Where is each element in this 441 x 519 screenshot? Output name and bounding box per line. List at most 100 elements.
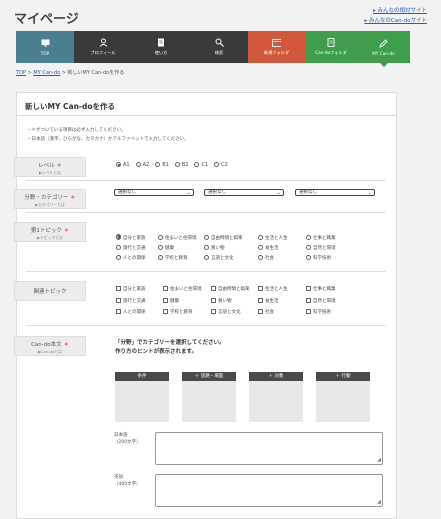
hint-box <box>182 381 236 422</box>
topic2-option[interactable]: 住まいと住環境 <box>163 286 202 292</box>
topic2-option[interactable]: 科学技術 <box>306 309 331 315</box>
breadcrumb-current: 新しいMY Can-doを作る <box>67 70 125 76</box>
folder-icon <box>272 38 281 47</box>
level-label: レベル ＊ ▶レベルとは <box>14 157 86 177</box>
topic1-option[interactable]: 仕事と職業 <box>306 235 336 241</box>
document-icon <box>327 38 336 47</box>
hint-header-topic[interactable]: ＋ 話題・場面 <box>182 372 236 381</box>
topic1-label: 第1トピック ＊ ▶トピックとは <box>14 222 86 242</box>
breadcrumb-top[interactable]: TOP <box>16 70 26 76</box>
topic1-option[interactable]: 買い物 <box>204 245 225 251</box>
topic2-option[interactable]: 仕事と職業 <box>306 286 336 292</box>
hint-header-target[interactable]: ＋ 対象 <box>249 372 303 381</box>
topic1-option[interactable]: 人との関係 <box>116 255 145 261</box>
topic2-option[interactable]: 言語と文化 <box>211 309 241 315</box>
topic1-option[interactable]: 健康 <box>158 245 174 251</box>
breadcrumb-sep: > <box>27 70 32 76</box>
english-field-label: 英語 （400文字） <box>114 474 141 488</box>
topic1-option[interactable]: 食生活 <box>258 245 279 251</box>
topic2-option[interactable]: 学校と教育 <box>163 309 193 315</box>
topic1-option[interactable]: 自分と家族 <box>116 235 146 241</box>
divider <box>17 115 397 116</box>
topic1-option[interactable]: 住まいと住環境 <box>158 235 197 241</box>
nav-profile[interactable]: プロフィール <box>74 31 132 63</box>
nav-howto-label: 使い方 <box>154 50 168 55</box>
category-select-2[interactable]: 選択なし ⌄ <box>204 189 284 196</box>
topic2-option[interactable]: 自由時間と娯楽 <box>211 286 250 292</box>
english-textarea[interactable]: ◢ <box>155 474 383 507</box>
topic2-option[interactable]: 健康 <box>163 298 179 304</box>
resize-grip-icon[interactable]: ◢ <box>377 500 381 505</box>
cando-instruction-1: 「分野」でカテゴリーを選択してください。 <box>115 340 225 346</box>
main-nav: TOP プロフィール 使い方 検索 新規フォルダ Can-doフォルダ MY C… <box>16 31 410 67</box>
divider <box>26 325 386 326</box>
nav-new-folder[interactable]: 新規フォルダ <box>248 31 305 63</box>
level-a2[interactable]: A2 <box>135 162 149 168</box>
breadcrumb-sep: > <box>61 70 66 76</box>
topic2-option[interactable]: 食生活 <box>258 298 279 304</box>
nav-my-cando-label: MY Can-do <box>372 50 395 56</box>
topic-help-link[interactable]: ▶トピックとは <box>15 235 85 241</box>
nav-cando-folder[interactable]: Can-doフォルダ <box>305 31 357 63</box>
breadcrumb: TOP > MY Can-do > 新しいMY Can-doを作る <box>16 69 124 76</box>
topic1-option[interactable]: 自然と環境 <box>306 245 336 251</box>
topic1-option[interactable]: 言語と文化 <box>204 255 234 261</box>
cando-label-text: Can-do本文 <box>31 342 62 348</box>
form-notes: ・＊がついている項目は必ず入力してください。 ・日本語（漢字、ひらがな、カタカナ… <box>27 126 189 144</box>
hint-box <box>115 381 169 422</box>
breadcrumb-mycando[interactable]: MY Can-do <box>33 70 60 76</box>
external-links: ▸ みんなの相対サイト ▸ みんなのCan-doサイト <box>364 6 427 26</box>
topic2-option[interactable]: 社会 <box>258 309 274 315</box>
form-heading: 新しいMY Can-doを作る <box>25 102 116 111</box>
topic2-label-text: 関連トピック <box>33 289 67 295</box>
topic1-label-text: 第1トピック <box>30 228 62 234</box>
topic1-option[interactable]: 自由時間と娯楽 <box>204 235 243 241</box>
topic1-option[interactable]: 学校と教育 <box>158 255 188 261</box>
topic2-option[interactable]: 自分と家族 <box>116 286 146 292</box>
ext-link-sodan[interactable]: ▸ みんなの相対サイト <box>364 6 427 16</box>
nav-top[interactable]: TOP <box>16 31 74 63</box>
topic1-option[interactable]: 旅行と交通 <box>116 245 146 251</box>
nav-howto[interactable]: 使い方 <box>132 31 190 63</box>
category-select-1[interactable]: 選択なし ⌄ <box>114 189 194 196</box>
topic2-option[interactable]: 生活と人生 <box>258 286 288 292</box>
topic1-option[interactable]: 生活と人生 <box>258 235 288 241</box>
level-a1[interactable]: A1 <box>116 162 130 168</box>
book-icon <box>157 38 166 47</box>
pencil-icon <box>379 38 388 48</box>
topic2-option[interactable]: 買い物 <box>211 298 232 304</box>
category-help-link[interactable]: ▶カテゴリーとは <box>15 202 85 208</box>
nav-my-cando[interactable]: MY Can-do <box>357 31 410 67</box>
divider <box>26 180 386 181</box>
note-language: ・日本語（漢字、ひらがな、カタカナ）かアルファベットで入力してください。 <box>27 137 189 142</box>
topic2-option[interactable]: 人との関係 <box>116 309 145 315</box>
level-help-link[interactable]: ▶レベルとは <box>15 170 85 176</box>
nav-search-label: 検索 <box>214 50 224 55</box>
topic2-option[interactable]: 自然と環境 <box>306 298 336 304</box>
hint-header-condition: 条件 <box>115 372 169 381</box>
level-b2[interactable]: B2 <box>174 162 188 168</box>
cando-help-link[interactable]: ▶Can-doとは <box>15 349 85 355</box>
level-label-text: レベル <box>38 163 55 169</box>
cando-label: Can-do本文 ＊ ▶Can-doとは <box>14 336 86 356</box>
ext-link-cando[interactable]: ▸ みんなのCan-doサイト <box>364 16 427 26</box>
japanese-textarea[interactable]: ◢ <box>155 432 383 465</box>
nav-top-label: TOP <box>40 50 50 56</box>
level-c2[interactable]: C2 <box>214 162 228 168</box>
english-label: 英語 <box>114 475 123 480</box>
nav-profile-label: プロフィール <box>90 50 116 55</box>
category-select-3[interactable]: 選択なし ⌄ <box>295 189 375 196</box>
nav-new-folder-label: 新規フォルダ <box>263 50 290 55</box>
level-c1[interactable]: C1 <box>194 162 208 168</box>
chevron-down-icon: ⌄ <box>367 190 372 196</box>
nav-cando-folder-label: Can-doフォルダ <box>315 50 347 55</box>
topic1-option[interactable]: 社会 <box>258 255 274 261</box>
cando-instruction-2: 作り方のヒントが表示されます。 <box>115 349 197 355</box>
nav-search[interactable]: 検索 <box>190 31 248 63</box>
level-b1[interactable]: B1 <box>155 162 169 168</box>
japanese-limit: （200文字） <box>114 440 141 445</box>
topic2-option[interactable]: 旅行と交通 <box>116 298 146 304</box>
topic1-option[interactable]: 科学技術 <box>306 255 331 261</box>
hint-header-action[interactable]: ＋ 行動 <box>316 372 370 381</box>
resize-grip-icon[interactable]: ◢ <box>377 458 381 463</box>
